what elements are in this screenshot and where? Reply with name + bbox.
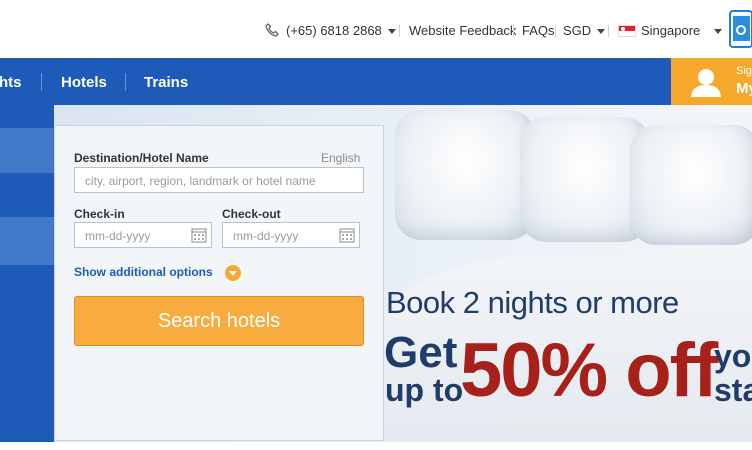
phone-number: (+65) 6818 2868 (286, 23, 382, 38)
top-utility-bar: (+65) 6818 2868 Website Feedback FAQs SG… (0, 0, 752, 58)
left-tab-strip (0, 105, 54, 442)
destination-input[interactable]: city, airport, region, landmark or hotel… (74, 167, 364, 193)
nav-divider (41, 73, 42, 91)
singapore-flag-icon (618, 25, 636, 37)
calendar-icon[interactable] (339, 227, 355, 243)
website-feedback-link[interactable]: Website Feedback (409, 23, 516, 38)
checkout-date-input[interactable]: mm-dd-yyyy (222, 222, 360, 248)
nav-hotels[interactable]: Hotels (61, 74, 107, 91)
nav-divider (125, 73, 126, 91)
expand-options-icon[interactable] (225, 265, 241, 281)
destination-label: Destination/Hotel Name (74, 151, 209, 165)
promo-headline: Book 2 nights or more (386, 285, 679, 320)
side-tab[interactable] (0, 128, 54, 173)
nav-flights[interactable]: hts (0, 74, 22, 91)
currency-label: SGD (563, 23, 592, 38)
user-avatar-icon (691, 69, 721, 97)
hero-banner: Destination/Hotel Name English city, air… (0, 105, 752, 442)
country-selector[interactable]: Singapore (641, 23, 723, 38)
checkin-placeholder: mm-dd-yyyy (85, 229, 151, 243)
sign-in-label: Sig (736, 65, 752, 77)
my-account-label: My (736, 80, 752, 97)
promo-stay: sta (714, 372, 752, 408)
promo-your: you (714, 338, 752, 374)
phone-icon (265, 23, 279, 37)
checkout-placeholder: mm-dd-yyyy (233, 229, 299, 243)
faqs-link[interactable]: FAQs (522, 23, 555, 38)
search-hotels-button[interactable]: Search hotels (74, 296, 364, 346)
checkin-date-input[interactable]: mm-dd-yyyy (74, 222, 212, 248)
pillow-image (395, 110, 535, 240)
phone-selector[interactable]: (+65) 6818 2868 (286, 23, 396, 38)
main-nav: hts Hotels Trains (0, 58, 752, 105)
calendar-icon[interactable] (191, 227, 207, 243)
divider (513, 25, 514, 37)
caret-down-icon (387, 29, 396, 35)
caret-down-icon (714, 29, 723, 35)
caret-down-icon (597, 29, 606, 35)
pillow-image (630, 125, 752, 245)
checkout-label: Check-out (222, 207, 281, 221)
divider (555, 25, 556, 37)
hotel-search-form: Destination/Hotel Name English city, air… (54, 125, 384, 441)
divider (399, 25, 400, 37)
language-link[interactable]: English (321, 151, 360, 165)
currency-selector[interactable]: SGD (563, 23, 606, 38)
promo-get: Get (384, 328, 458, 377)
checkin-label: Check-in (74, 207, 125, 221)
show-additional-options-link[interactable]: Show additional options (74, 265, 213, 279)
promo-up-to: up to (385, 372, 464, 408)
nav-trains[interactable]: Trains (144, 74, 188, 91)
mobile-app-icon[interactable] (728, 10, 752, 48)
sign-in-button[interactable]: Sig My (671, 58, 752, 105)
side-tab[interactable] (0, 217, 54, 265)
country-label: Singapore (641, 23, 701, 38)
promo-discount: 50% off (460, 328, 718, 413)
divider (608, 25, 609, 37)
